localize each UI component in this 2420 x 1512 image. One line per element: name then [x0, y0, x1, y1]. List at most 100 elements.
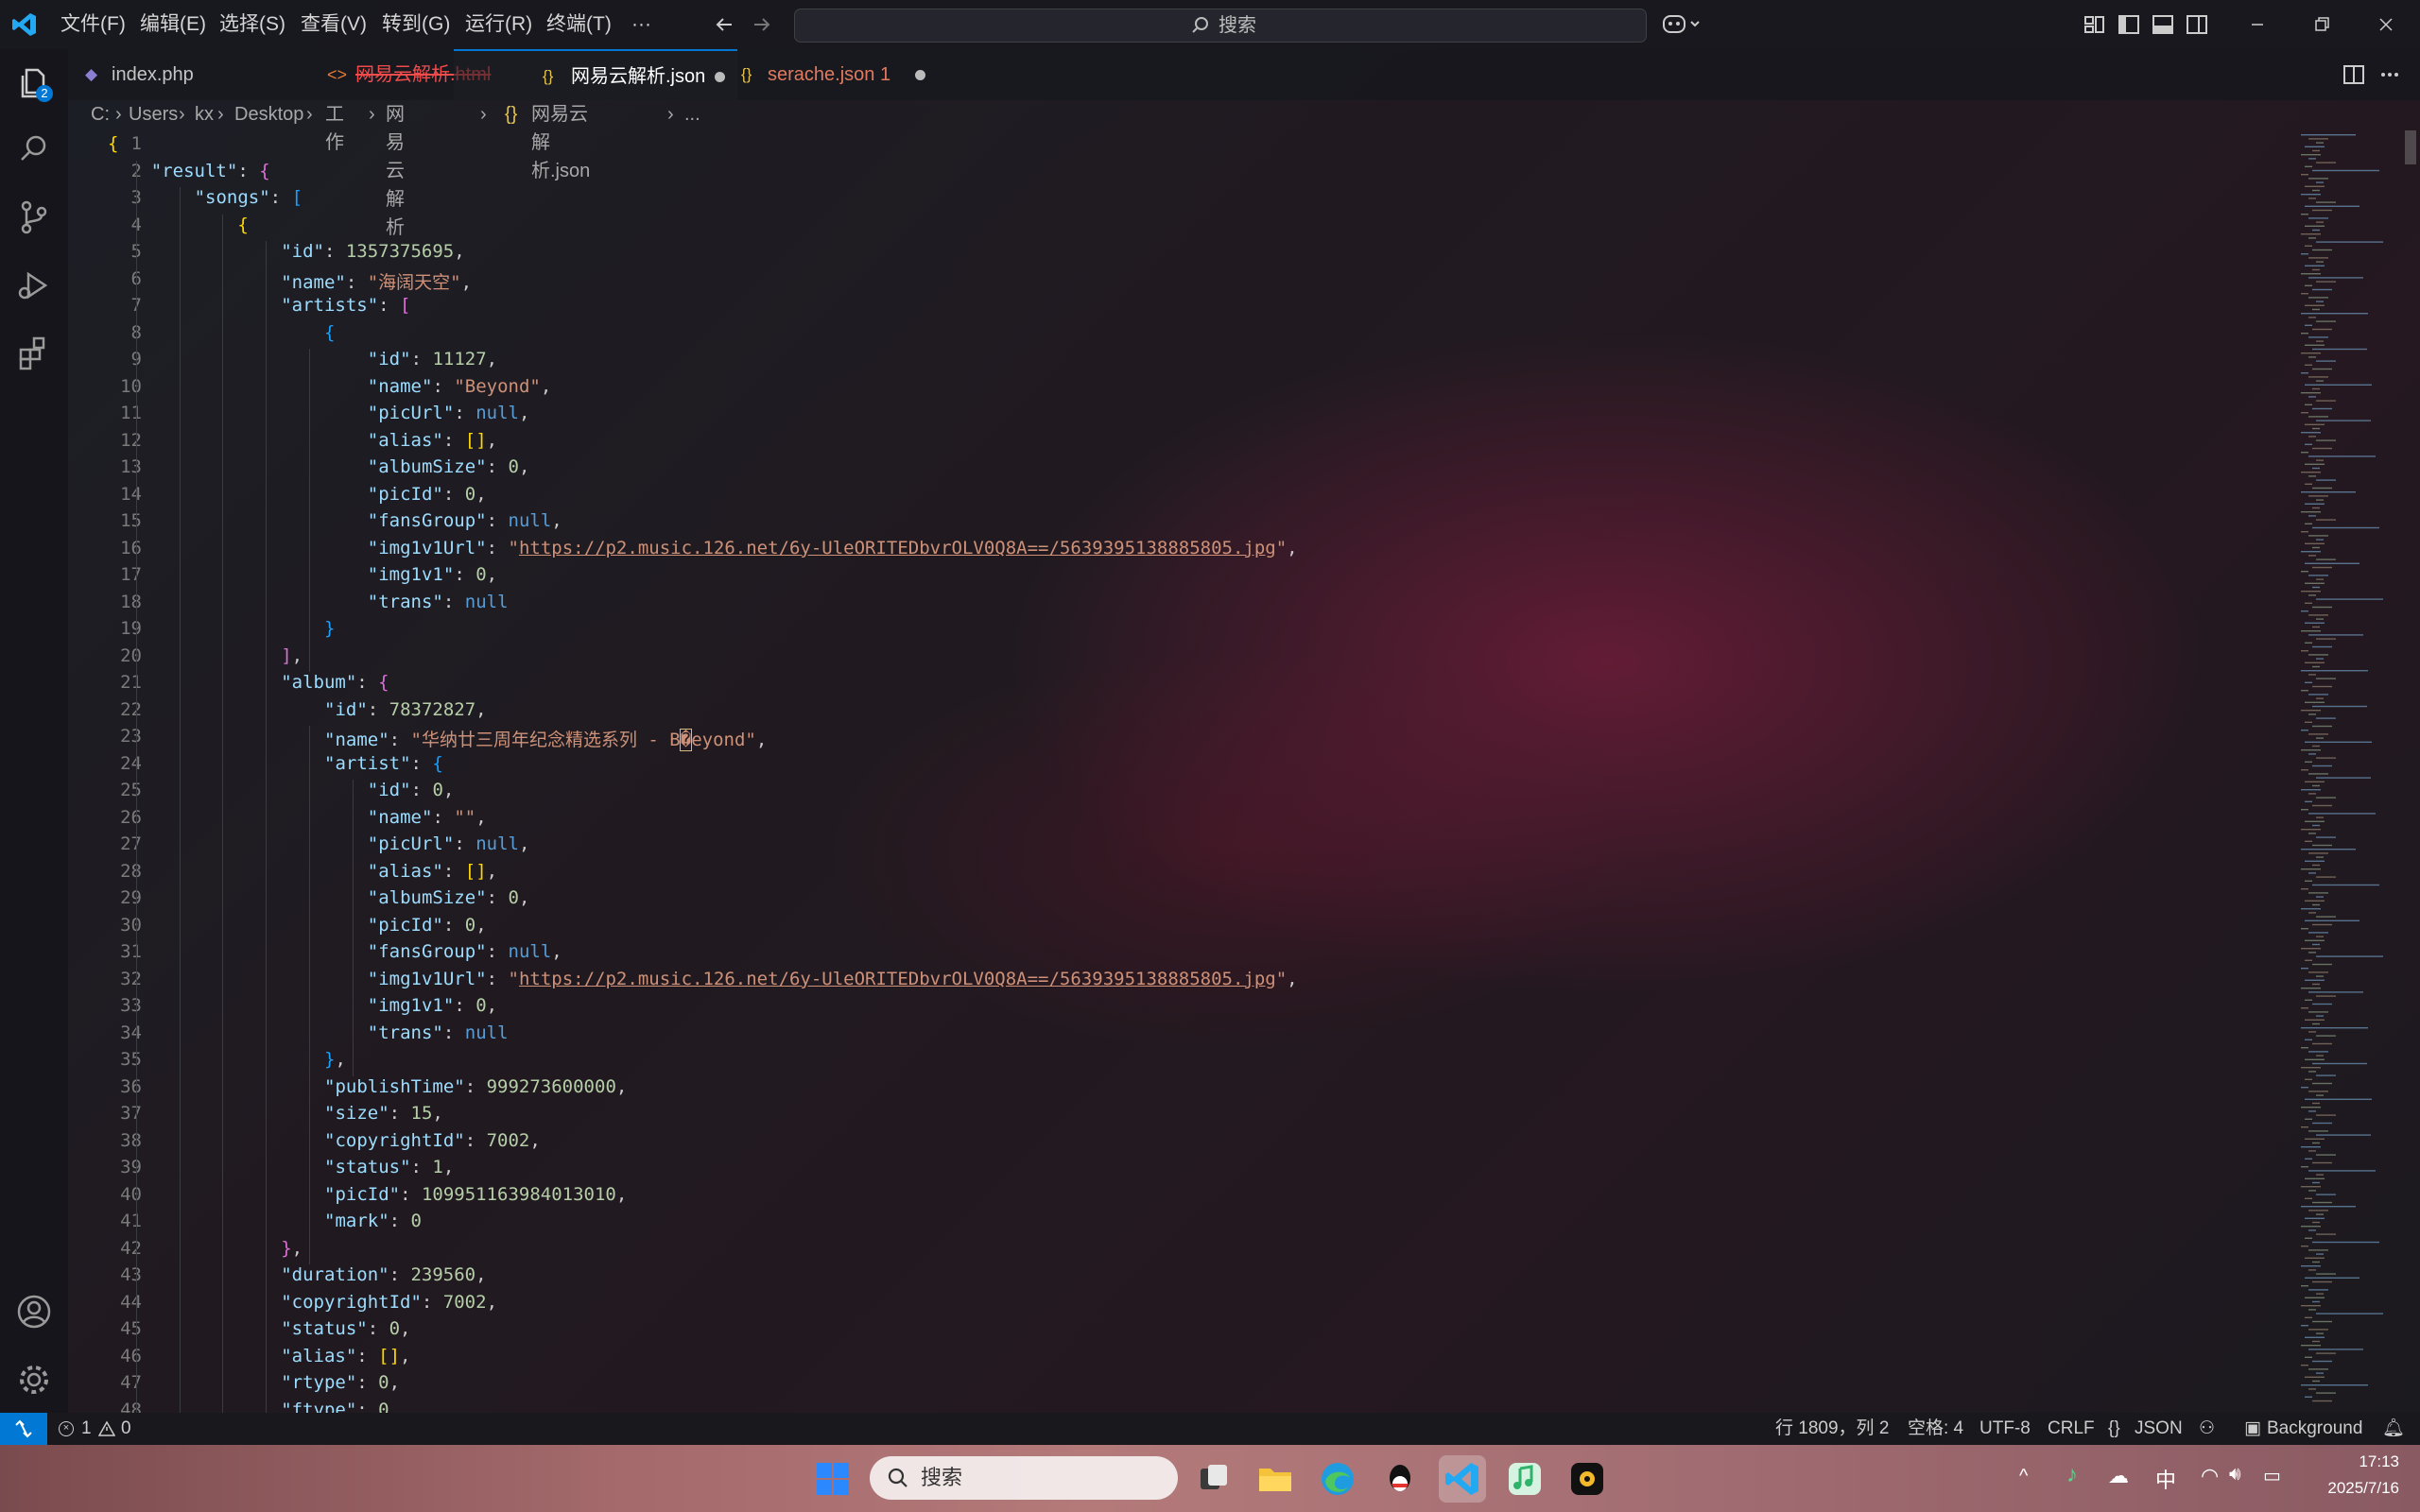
edge-browser-icon[interactable] [1314, 1455, 1361, 1503]
code-line[interactable]: "result": { [151, 161, 270, 181]
code-line[interactable]: "id": 11127, [368, 349, 497, 369]
unsaved-dot-icon[interactable] [915, 70, 925, 80]
code-line[interactable]: "trans": null [368, 592, 509, 612]
vertical-scrollbar[interactable] [2401, 130, 2420, 1413]
wifi-icon[interactable]: ◠ [2201, 1464, 2219, 1488]
unsaved-dot-icon[interactable] [715, 72, 725, 82]
code-line[interactable]: "rtype": 0, [281, 1372, 400, 1393]
taskbar-search[interactable]: 搜索 [870, 1456, 1178, 1500]
music-app-icon[interactable] [1501, 1455, 1548, 1503]
code-line[interactable]: "picUrl": null, [368, 833, 530, 854]
restore-icon[interactable] [2308, 11, 2335, 38]
code-line[interactable]: "fansGroup": null, [368, 941, 562, 962]
menu-view[interactable]: 查看(V) [301, 0, 367, 49]
code-line[interactable]: "picUrl": null, [368, 403, 530, 423]
code-line[interactable]: }, [324, 1049, 346, 1070]
code-line[interactable]: "status": 0, [281, 1318, 410, 1339]
breadcrumb-item[interactable]: Users [129, 100, 178, 129]
copilot-status-icon[interactable]: ⚇ [2199, 1413, 2215, 1445]
code-line[interactable]: "artist": { [324, 753, 443, 774]
split-editor-icon[interactable] [2341, 61, 2367, 88]
code-line[interactable]: "albumSize": 0, [368, 887, 530, 908]
code-line[interactable]: "id": 0, [368, 780, 455, 800]
tab-index-php[interactable]: ◆ index.php [68, 49, 234, 100]
explorer-icon[interactable]: 2 [13, 62, 55, 104]
code-line[interactable]: { [324, 322, 335, 343]
code-line[interactable]: ], [281, 645, 302, 666]
code-line[interactable]: "publishTime": 999273600000, [324, 1076, 627, 1097]
code-line[interactable]: "picId": 109951163984013010, [324, 1184, 627, 1205]
more-actions-icon[interactable] [2377, 61, 2403, 88]
qq-icon[interactable] [1376, 1455, 1424, 1503]
code-line[interactable]: "name": "", [368, 807, 487, 828]
copilot-icon[interactable] [1662, 11, 1703, 38]
menu-go[interactable]: 转到(G) [382, 0, 450, 49]
code-editor[interactable]: 1234567891011121314151617181920212223242… [68, 130, 2299, 1413]
back-arrow-icon[interactable] [711, 11, 737, 38]
code-line[interactable]: { [108, 133, 118, 154]
code-line[interactable]: "ftype": 0 [281, 1400, 389, 1414]
indentation[interactable]: 空格: 4 [1908, 1413, 1963, 1445]
command-center-search[interactable]: 搜索 [794, 9, 1647, 43]
clock-date[interactable]: 2025/7/16 [2288, 1479, 2399, 1498]
background-extension[interactable]: Background [2267, 1413, 2362, 1445]
code-line[interactable]: "id": 78372827, [324, 699, 487, 720]
code-line[interactable]: "copyrightId": 7002, [281, 1292, 497, 1313]
code-line[interactable]: "img1v1Url": "https://p2.music.126.net/6… [368, 969, 1298, 989]
language-mode[interactable]: JSON [2135, 1413, 2183, 1445]
ime-indicator[interactable]: 中 [2155, 1464, 2176, 1494]
clock-time[interactable]: 17:13 [2288, 1452, 2399, 1471]
code-line[interactable]: "copyrightId": 7002, [324, 1130, 541, 1151]
code-line[interactable]: "alias": [], [281, 1346, 410, 1366]
notifications-bell-icon[interactable]: 🔔︎ [2382, 1413, 2405, 1445]
menu-edit[interactable]: 编辑(E) [140, 0, 206, 49]
vscode-taskbar-icon[interactable] [1439, 1455, 1486, 1503]
menu-terminal[interactable]: 终端(T) [546, 0, 612, 49]
code-line[interactable]: "img1v1": 0, [368, 564, 497, 585]
file-explorer-icon[interactable] [1252, 1455, 1299, 1503]
customize-layout-icon[interactable] [2082, 11, 2108, 38]
menu-selection[interactable]: 选择(S) [219, 0, 285, 49]
settings-gear-icon[interactable] [13, 1359, 55, 1400]
toggle-panel-icon[interactable] [2150, 11, 2176, 38]
code-line[interactable]: "songs": [ [195, 187, 302, 208]
code-line[interactable]: "alias": [], [368, 861, 497, 882]
code-line[interactable]: "name": "华纳廿三周年纪念精选系列 - B�eyond", [324, 726, 767, 751]
code-line[interactable]: "name": "Beyond", [368, 376, 552, 397]
code-line[interactable]: "img1v1Url": "https://p2.music.126.net/6… [368, 538, 1298, 558]
menu-run[interactable]: 运行(R) [465, 0, 532, 49]
task-view-icon[interactable] [1189, 1455, 1236, 1503]
minimize-icon[interactable] [2244, 11, 2271, 38]
toggle-primary-sidebar-icon[interactable] [2116, 11, 2142, 38]
tab-serache-json[interactable]: {} serache.json 1 [739, 49, 928, 100]
forward-arrow-icon[interactable] [749, 11, 775, 38]
extensions-icon[interactable] [13, 333, 55, 374]
menu-file[interactable]: 文件(F) [60, 0, 126, 49]
show-hidden-icons-chevron-icon[interactable]: ^ [2019, 1466, 2028, 1487]
code-line[interactable]: "duration": 239560, [281, 1264, 486, 1285]
vscode-logo-icon[interactable] [11, 11, 38, 38]
code-line[interactable]: }, [281, 1238, 302, 1259]
code-line[interactable]: "status": 1, [324, 1157, 454, 1177]
recorder-app-icon[interactable] [1564, 1455, 1611, 1503]
code-line[interactable]: "id": 1357375695, [281, 241, 465, 262]
breadcrumb-symbol[interactable]: ... [684, 100, 700, 129]
encoding[interactable]: UTF-8 [1979, 1413, 2031, 1445]
tab-wangyiyun-json-active[interactable]: {} 网易云解析.json [454, 49, 737, 100]
onedrive-cloud-icon[interactable]: ☁ [2108, 1464, 2129, 1488]
code-line[interactable]: "size": 15, [324, 1103, 443, 1124]
code-line[interactable]: "fansGroup": null, [368, 510, 562, 531]
breadcrumb-item[interactable]: kx [195, 100, 214, 129]
breadcrumb-item[interactable]: C: [91, 100, 110, 129]
menu-more[interactable]: ··· [631, 0, 651, 49]
minimap[interactable] [2297, 130, 2401, 1413]
code-line[interactable]: "picId": 0, [368, 915, 487, 936]
account-icon[interactable] [13, 1291, 55, 1332]
search-view-icon[interactable] [13, 129, 55, 170]
toggle-secondary-sidebar-icon[interactable] [2184, 11, 2210, 38]
run-debug-icon[interactable] [13, 265, 55, 306]
windows-start-icon[interactable] [809, 1455, 856, 1503]
code-line[interactable]: { [237, 215, 248, 235]
code-line[interactable]: "mark": 0 [324, 1211, 422, 1231]
scrollbar-thumb[interactable] [2405, 130, 2416, 164]
